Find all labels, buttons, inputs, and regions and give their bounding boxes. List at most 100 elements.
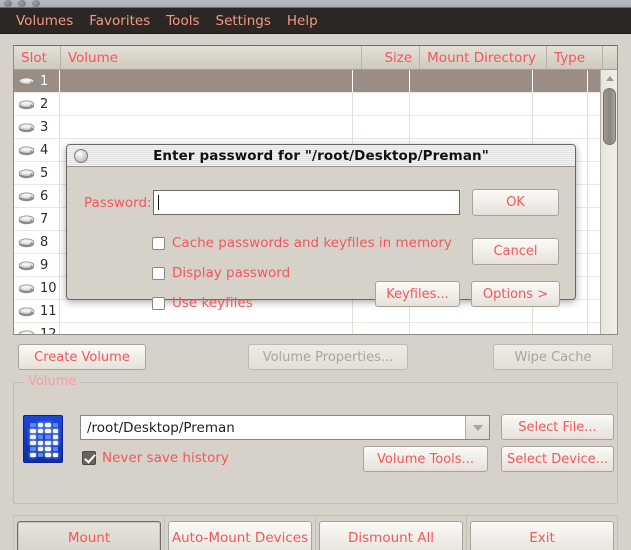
cache-passwords-row[interactable]: Cache passwords and keyfiles in memory bbox=[152, 235, 452, 251]
cell-filler bbox=[588, 162, 600, 184]
volume-icon-pixel bbox=[37, 435, 43, 439]
drive-icon bbox=[18, 305, 35, 317]
window-button-maximize-icon[interactable] bbox=[32, 0, 40, 7]
volume-icon-pixel bbox=[37, 447, 43, 451]
volume-group-box: Volume /root/Desktop/Preman Never save h… bbox=[13, 374, 618, 504]
column-header-filler bbox=[603, 46, 617, 69]
window-button-minimize-icon[interactable] bbox=[18, 0, 26, 7]
menu-item-settings[interactable]: Settings bbox=[208, 11, 279, 31]
volume-icon-pixel bbox=[52, 429, 58, 433]
table-row[interactable]: 3 bbox=[14, 116, 600, 139]
cache-passwords-checkbox[interactable] bbox=[152, 236, 165, 250]
slot-number: 2 bbox=[40, 96, 49, 112]
volume-icon-pixel bbox=[37, 429, 43, 433]
volume-icon-pixel bbox=[37, 423, 43, 427]
drive-icon bbox=[18, 75, 35, 87]
window-button-close-icon[interactable] bbox=[4, 0, 12, 7]
slot-number: 11 bbox=[40, 303, 57, 319]
drive-icon bbox=[18, 144, 35, 156]
create-volume-button[interactable]: Create Volume bbox=[18, 344, 146, 370]
volume-list-scrollbar[interactable] bbox=[600, 70, 617, 334]
volume-icon-pixel bbox=[52, 453, 58, 457]
text-caret bbox=[158, 195, 159, 210]
slot-number: 12 bbox=[40, 326, 57, 335]
wipe-cache-button[interactable]: Wipe Cache bbox=[493, 344, 613, 370]
volume-icon-pixel bbox=[52, 435, 58, 439]
cell-size bbox=[353, 93, 410, 115]
mount-button[interactable]: Mount bbox=[17, 520, 161, 550]
chevron-down-icon[interactable] bbox=[465, 416, 489, 439]
display-password-row[interactable]: Display password bbox=[152, 265, 290, 281]
ok-button[interactable]: OK bbox=[472, 189, 559, 216]
use-keyfiles-label: Use keyfiles bbox=[172, 295, 253, 311]
volume-icon-pixel bbox=[37, 441, 43, 445]
cell-slot: 5 bbox=[14, 162, 60, 184]
exit-button[interactable]: Exit bbox=[470, 520, 614, 550]
slot-number: 3 bbox=[40, 119, 49, 135]
cell-type bbox=[533, 93, 588, 115]
volume-properties-button[interactable]: Volume Properties... bbox=[248, 344, 408, 370]
close-icon[interactable] bbox=[74, 149, 88, 163]
never-save-history-row[interactable]: Never save history bbox=[82, 450, 229, 466]
volume-path-value[interactable]: /root/Desktop/Preman bbox=[81, 420, 465, 436]
password-dialog-titlebar: Enter password for "/root/Desktop/Preman… bbox=[67, 145, 575, 167]
cell-volume bbox=[60, 70, 354, 92]
options-button[interactable]: Options > bbox=[471, 281, 560, 307]
scroll-down-arrow-icon[interactable] bbox=[602, 330, 617, 334]
volume-action-row: Create Volume Volume Properties... Wipe … bbox=[13, 344, 618, 370]
menu-item-favorites[interactable]: Favorites bbox=[81, 11, 158, 31]
bottom-cell-exit: Exit bbox=[467, 515, 617, 550]
window-titlebar-strip bbox=[0, 0, 631, 8]
cell-mount-directory bbox=[410, 70, 534, 92]
bottom-button-bar: Mount Auto-Mount Devices Dismount All Ex… bbox=[13, 515, 618, 550]
scroll-up-arrow-icon[interactable] bbox=[602, 71, 617, 86]
menu-item-help[interactable]: Help bbox=[279, 11, 326, 31]
table-row[interactable]: 12 bbox=[14, 323, 600, 335]
volume-icon-pixel bbox=[30, 453, 36, 457]
veracrypt-main-window: Volumes Favorites Tools Settings Help Sl… bbox=[0, 0, 631, 550]
password-input[interactable] bbox=[153, 190, 460, 215]
volume-path-combo[interactable]: /root/Desktop/Preman bbox=[80, 415, 490, 440]
drive-icon bbox=[18, 213, 35, 225]
column-header-volume[interactable]: Volume bbox=[61, 46, 363, 69]
cancel-button[interactable]: Cancel bbox=[472, 238, 559, 265]
auto-mount-devices-button[interactable]: Auto-Mount Devices bbox=[168, 520, 312, 550]
cache-passwords-label: Cache passwords and keyfiles in memory bbox=[172, 235, 452, 251]
cell-filler bbox=[588, 300, 600, 322]
cell-slot: 11 bbox=[14, 300, 60, 322]
display-password-label: Display password bbox=[172, 265, 291, 281]
cell-mount-directory bbox=[410, 323, 534, 334]
use-keyfiles-checkbox[interactable] bbox=[152, 296, 165, 310]
column-header-slot[interactable]: Slot bbox=[14, 46, 61, 69]
volume-icon-pixel bbox=[45, 447, 51, 451]
scrollbar-thumb[interactable] bbox=[603, 88, 616, 145]
slot-number: 1 bbox=[40, 73, 49, 89]
use-keyfiles-row[interactable]: Use keyfiles bbox=[152, 295, 253, 311]
table-row[interactable]: 2 bbox=[14, 93, 600, 116]
cell-slot: 7 bbox=[14, 208, 60, 230]
password-dialog-title: Enter password for "/root/Desktop/Preman… bbox=[153, 147, 489, 164]
column-header-size[interactable]: Size bbox=[362, 46, 421, 69]
cell-volume bbox=[60, 116, 354, 138]
select-device-button[interactable]: Select Device... bbox=[501, 446, 614, 472]
menu-item-tools[interactable]: Tools bbox=[158, 11, 207, 31]
bottom-cell-mount: Mount bbox=[14, 515, 165, 550]
select-file-button[interactable]: Select File... bbox=[501, 414, 614, 440]
never-save-history-checkbox[interactable] bbox=[82, 451, 96, 465]
cell-filler bbox=[588, 139, 600, 161]
volume-icon-pixel bbox=[45, 429, 51, 433]
display-password-checkbox[interactable] bbox=[152, 266, 165, 280]
cell-filler bbox=[588, 323, 600, 334]
cell-filler bbox=[588, 116, 600, 138]
volume-icon-pixel bbox=[45, 423, 51, 427]
cell-type bbox=[533, 70, 588, 92]
volume-icon-pixel bbox=[52, 447, 58, 451]
dismount-all-button[interactable]: Dismount All bbox=[319, 520, 463, 550]
menu-item-volumes[interactable]: Volumes bbox=[8, 11, 81, 31]
cell-filler bbox=[588, 93, 600, 115]
column-header-type[interactable]: Type bbox=[547, 46, 603, 69]
table-row[interactable]: 1 bbox=[14, 70, 600, 93]
keyfiles-button[interactable]: Keyfiles... bbox=[375, 281, 460, 307]
volume-tools-button[interactable]: Volume Tools... bbox=[363, 446, 488, 472]
column-header-mount-directory[interactable]: Mount Directory bbox=[420, 46, 548, 69]
